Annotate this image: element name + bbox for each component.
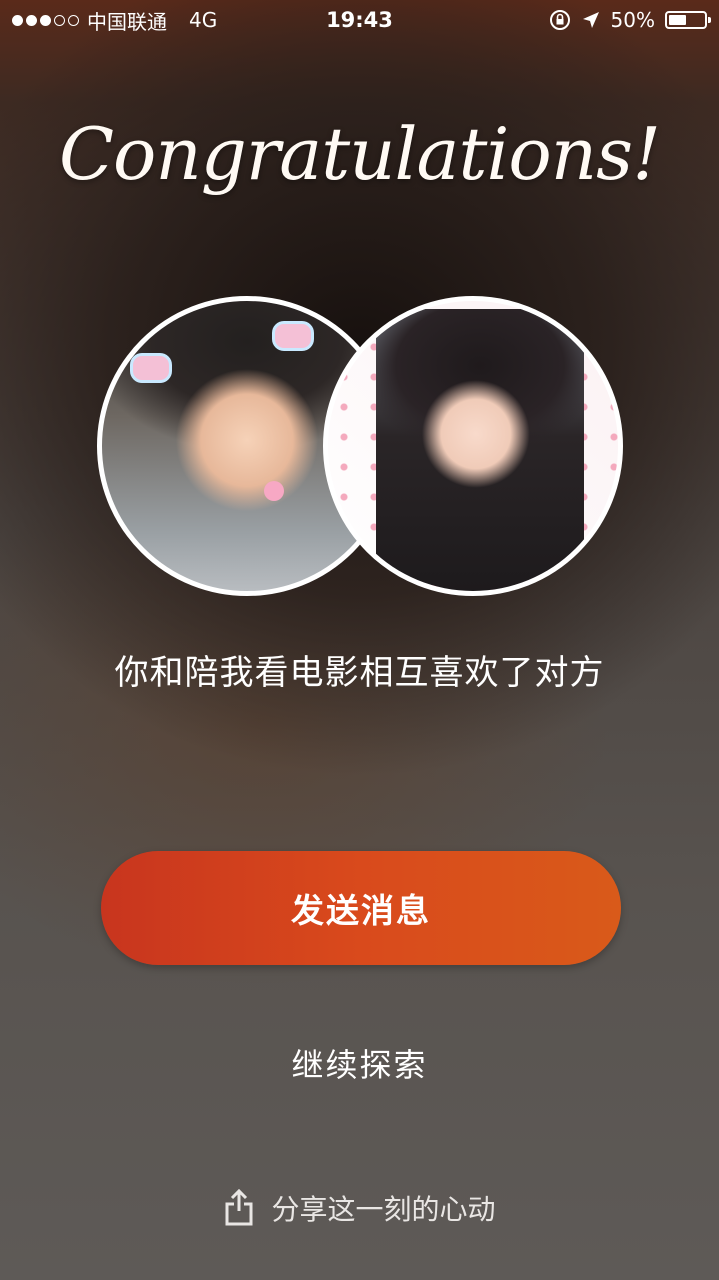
avatar-right[interactable]	[323, 296, 623, 596]
user-photo	[376, 309, 584, 591]
ear-decoration	[272, 321, 314, 351]
status-time: 19:43	[326, 8, 393, 32]
battery-icon	[665, 11, 711, 29]
continue-exploring-link[interactable]: 继续探索	[0, 1040, 719, 1086]
share-icon	[225, 1189, 253, 1226]
share-row[interactable]: 分享这一刻的心动	[0, 1188, 719, 1228]
match-message: 你和陪我看电影相互喜欢了对方	[114, 653, 605, 693]
battery-fill	[669, 15, 686, 25]
nose-sticker	[264, 481, 284, 501]
send-message-button[interactable]: 发送消息	[101, 851, 621, 965]
status-bar: 中国联通 4G 19:43 50%	[0, 0, 719, 40]
share-label: 分享这一刻的心动	[271, 1193, 496, 1226]
congratulations-title: Congratulations!	[58, 112, 661, 196]
ear-decoration	[130, 353, 172, 383]
